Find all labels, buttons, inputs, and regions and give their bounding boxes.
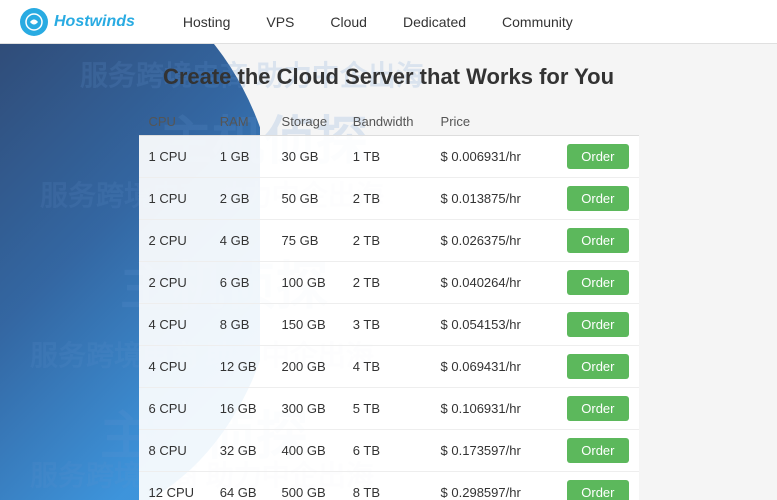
cell-order: Order bbox=[550, 178, 638, 220]
cell-bandwidth: 2 TB bbox=[343, 178, 431, 220]
order-button[interactable]: Order bbox=[567, 438, 628, 463]
cell-cpu: 12 CPU bbox=[139, 472, 210, 500]
cell-order: Order bbox=[550, 388, 638, 430]
cell-cpu: 4 CPU bbox=[139, 304, 210, 346]
cell-bandwidth: 8 TB bbox=[343, 472, 431, 500]
cell-storage: 75 GB bbox=[272, 220, 343, 262]
nav-link-cloud[interactable]: Cloud bbox=[312, 0, 385, 44]
cell-ram: 2 GB bbox=[210, 178, 272, 220]
cell-storage: 200 GB bbox=[272, 346, 343, 388]
col-header-price: Price bbox=[431, 108, 551, 136]
cell-ram: 12 GB bbox=[210, 346, 272, 388]
order-button[interactable]: Order bbox=[567, 312, 628, 337]
navbar: Hostwinds Hosting VPS Cloud Dedicated Co… bbox=[0, 0, 777, 44]
cell-storage: 150 GB bbox=[272, 304, 343, 346]
nav-item-vps[interactable]: VPS bbox=[248, 0, 312, 44]
table-row: 12 CPU64 GB500 GB8 TB$ 0.298597/hr Order bbox=[139, 472, 639, 500]
cell-price: $ 0.054153/hr bbox=[431, 304, 551, 346]
order-button[interactable]: Order bbox=[567, 354, 628, 379]
cell-order: Order bbox=[550, 262, 638, 304]
cell-price: $ 0.173597/hr bbox=[431, 430, 551, 472]
cell-bandwidth: 2 TB bbox=[343, 220, 431, 262]
order-button[interactable]: Order bbox=[567, 396, 628, 421]
cell-ram: 8 GB bbox=[210, 304, 272, 346]
cell-price: $ 0.006931/hr bbox=[431, 136, 551, 178]
table-row: 8 CPU32 GB400 GB6 TB$ 0.173597/hr Order bbox=[139, 430, 639, 472]
nav-link-vps[interactable]: VPS bbox=[248, 0, 312, 44]
table-header-row: CPU RAM Storage Bandwidth Price bbox=[139, 108, 639, 136]
col-header-ram: RAM bbox=[210, 108, 272, 136]
table-row: 1 CPU1 GB30 GB1 TB$ 0.006931/hr Order bbox=[139, 136, 639, 178]
table-row: 4 CPU12 GB200 GB4 TB$ 0.069431/hr Order bbox=[139, 346, 639, 388]
col-header-bandwidth: Bandwidth bbox=[343, 108, 431, 136]
cell-ram: 64 GB bbox=[210, 472, 272, 500]
cell-order: Order bbox=[550, 472, 638, 500]
cell-cpu: 1 CPU bbox=[139, 178, 210, 220]
hero-area: 服务跨境电商 助力中企出海 主机侦探 服务跨境电商 助力中企出海 主机侦探 服务… bbox=[0, 44, 777, 500]
cell-cpu: 8 CPU bbox=[139, 430, 210, 472]
cell-cpu: 1 CPU bbox=[139, 136, 210, 178]
col-header-storage: Storage bbox=[272, 108, 343, 136]
cell-price: $ 0.106931/hr bbox=[431, 388, 551, 430]
cell-storage: 300 GB bbox=[272, 388, 343, 430]
cell-order: Order bbox=[550, 430, 638, 472]
cell-bandwidth: 4 TB bbox=[343, 346, 431, 388]
logo[interactable]: Hostwinds bbox=[20, 8, 135, 36]
cell-order: Order bbox=[550, 220, 638, 262]
cell-bandwidth: 3 TB bbox=[343, 304, 431, 346]
nav-link-community[interactable]: Community bbox=[484, 0, 591, 44]
order-button[interactable]: Order bbox=[567, 186, 628, 211]
nav-link-dedicated[interactable]: Dedicated bbox=[385, 0, 484, 44]
cell-bandwidth: 1 TB bbox=[343, 136, 431, 178]
cell-order: Order bbox=[550, 346, 638, 388]
cell-cpu: 6 CPU bbox=[139, 388, 210, 430]
cell-storage: 100 GB bbox=[272, 262, 343, 304]
cell-bandwidth: 6 TB bbox=[343, 430, 431, 472]
cell-storage: 30 GB bbox=[272, 136, 343, 178]
table-row: 6 CPU16 GB300 GB5 TB$ 0.106931/hr Order bbox=[139, 388, 639, 430]
cell-order: Order bbox=[550, 136, 638, 178]
logo-text: Hostwinds bbox=[54, 13, 135, 31]
nav-item-hosting[interactable]: Hosting bbox=[165, 0, 248, 44]
cell-cpu: 2 CPU bbox=[139, 262, 210, 304]
nav-item-community[interactable]: Community bbox=[484, 0, 591, 44]
table-row: 4 CPU8 GB150 GB3 TB$ 0.054153/hr Order bbox=[139, 304, 639, 346]
cell-price: $ 0.026375/hr bbox=[431, 220, 551, 262]
cell-ram: 4 GB bbox=[210, 220, 272, 262]
table-row: 1 CPU2 GB50 GB2 TB$ 0.013875/hr Order bbox=[139, 178, 639, 220]
cell-storage: 500 GB bbox=[272, 472, 343, 500]
cell-storage: 50 GB bbox=[272, 178, 343, 220]
order-button[interactable]: Order bbox=[567, 270, 628, 295]
cell-price: $ 0.069431/hr bbox=[431, 346, 551, 388]
cell-cpu: 4 CPU bbox=[139, 346, 210, 388]
order-button[interactable]: Order bbox=[567, 144, 628, 169]
nav-links: Hosting VPS Cloud Dedicated Community bbox=[165, 0, 591, 44]
cell-ram: 32 GB bbox=[210, 430, 272, 472]
cell-bandwidth: 5 TB bbox=[343, 388, 431, 430]
table-row: 2 CPU6 GB100 GB2 TB$ 0.040264/hr Order bbox=[139, 262, 639, 304]
cell-cpu: 2 CPU bbox=[139, 220, 210, 262]
main-content: Create the Cloud Server that Works for Y… bbox=[0, 44, 777, 500]
table-row: 2 CPU4 GB75 GB2 TB$ 0.026375/hr Order bbox=[139, 220, 639, 262]
cell-storage: 400 GB bbox=[272, 430, 343, 472]
cell-ram: 16 GB bbox=[210, 388, 272, 430]
logo-icon bbox=[20, 8, 48, 36]
plans-table: CPU RAM Storage Bandwidth Price 1 CPU1 G… bbox=[139, 108, 639, 500]
cell-bandwidth: 2 TB bbox=[343, 262, 431, 304]
nav-link-hosting[interactable]: Hosting bbox=[165, 0, 248, 44]
cell-ram: 1 GB bbox=[210, 136, 272, 178]
cell-price: $ 0.013875/hr bbox=[431, 178, 551, 220]
nav-item-cloud[interactable]: Cloud bbox=[312, 0, 385, 44]
col-header-action bbox=[550, 108, 638, 136]
order-button[interactable]: Order bbox=[567, 228, 628, 253]
page-title: Create the Cloud Server that Works for Y… bbox=[163, 64, 614, 90]
cell-order: Order bbox=[550, 304, 638, 346]
order-button[interactable]: Order bbox=[567, 480, 628, 500]
cell-price: $ 0.040264/hr bbox=[431, 262, 551, 304]
cell-price: $ 0.298597/hr bbox=[431, 472, 551, 500]
col-header-cpu: CPU bbox=[139, 108, 210, 136]
cell-ram: 6 GB bbox=[210, 262, 272, 304]
nav-item-dedicated[interactable]: Dedicated bbox=[385, 0, 484, 44]
